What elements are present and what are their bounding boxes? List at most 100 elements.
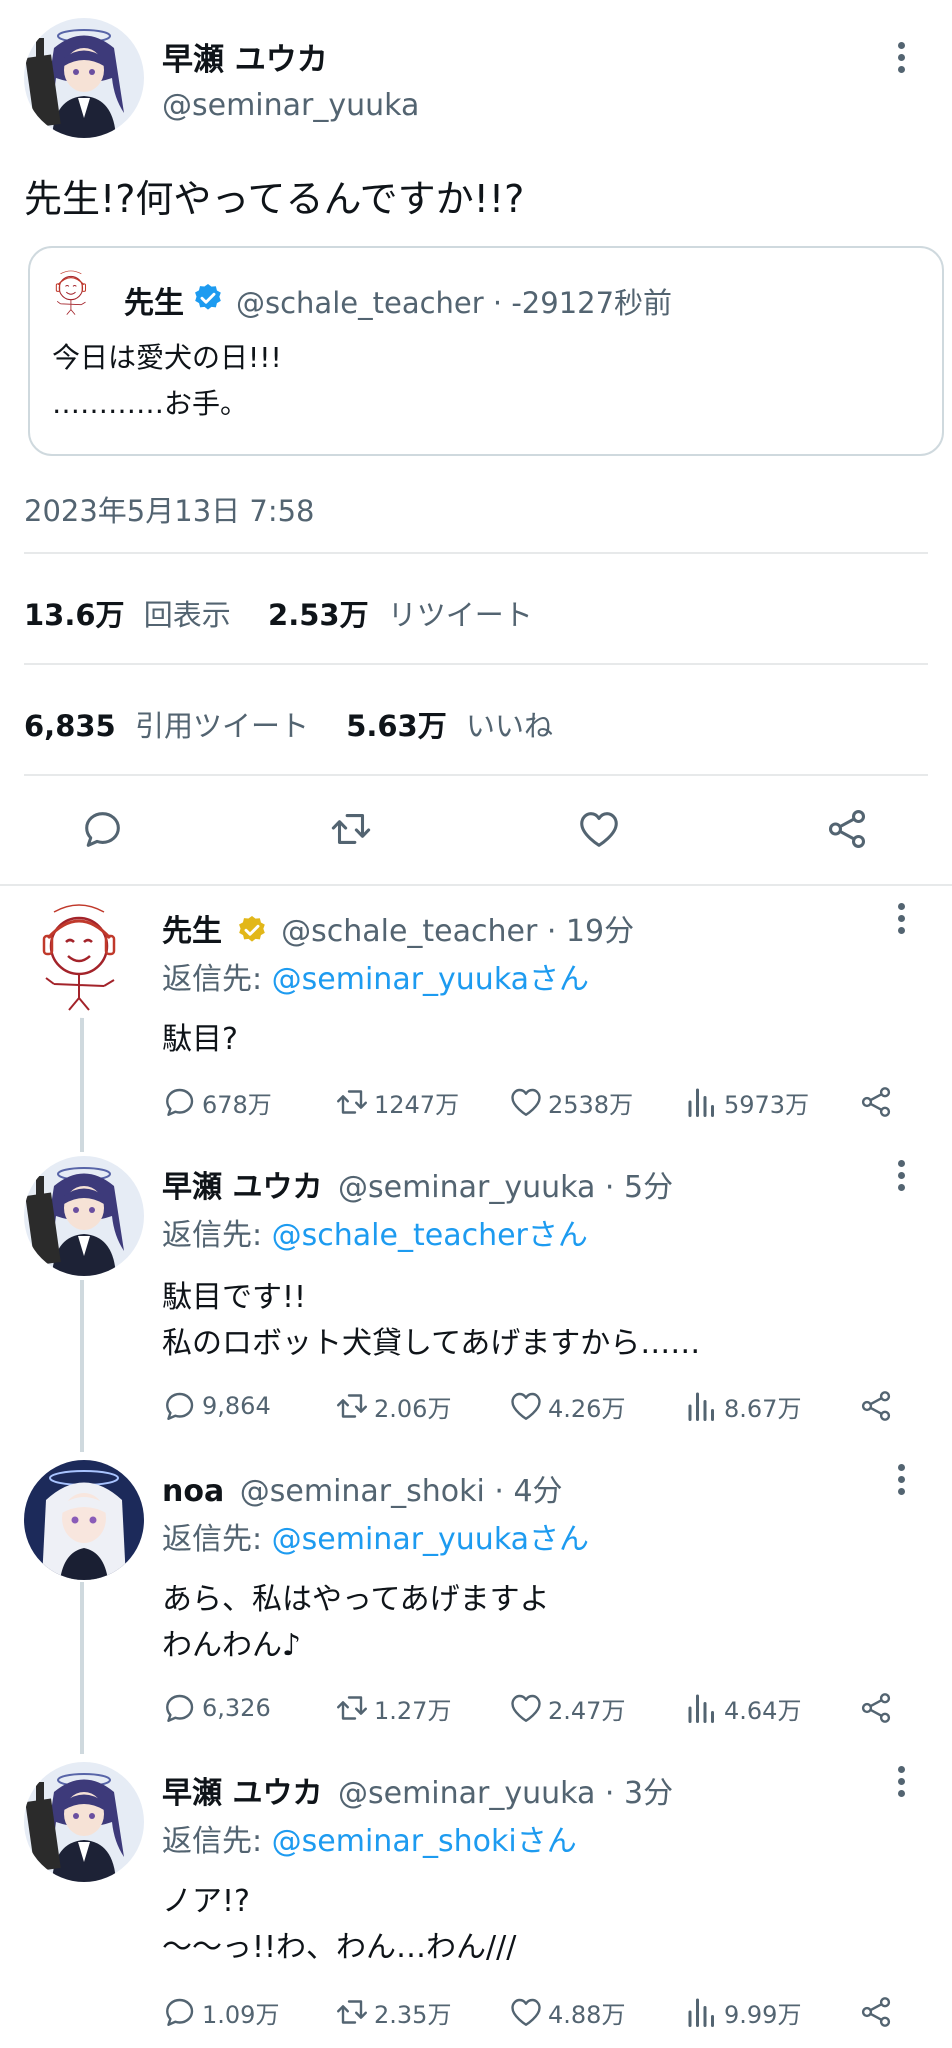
reply-to-link[interactable]: @schale_teacherさん — [272, 1218, 588, 1253]
reply-count: 678万 — [202, 1090, 272, 1119]
retweet-count: 2.06万 — [374, 1394, 452, 1423]
avatar-yuuka[interactable] — [24, 1156, 144, 1276]
like-action[interactable]: 2.47万 — [508, 1690, 625, 1726]
reply-icon — [162, 1084, 198, 1120]
more-icon[interactable] — [895, 1464, 907, 1508]
views-count: 9.99万 — [724, 2000, 802, 2029]
reply-to-link[interactable]: @seminar_yuukaさん — [272, 962, 589, 997]
avatar-sensei[interactable] — [24, 898, 144, 1018]
retweets-label[interactable]: リツイート — [388, 598, 533, 632]
quotes-count[interactable]: 6,835 — [24, 709, 116, 743]
tweet-timestamp[interactable]: 2023年5月13日 7:58 — [24, 488, 315, 530]
views-action[interactable]: 4.64万 — [684, 1690, 801, 1726]
divider — [24, 552, 928, 554]
reply-to: 返信先: @seminar_yuukaさん — [162, 954, 589, 998]
quote-text-line2: …………お手。 — [52, 387, 249, 420]
retweet-count: 1.27万 — [374, 1696, 452, 1725]
reply-icon — [162, 1388, 198, 1424]
like-action[interactable]: 4.26万 — [508, 1388, 625, 1424]
reply-header: noa @seminar_shoki · 4分 — [162, 1466, 563, 1510]
divider — [24, 663, 928, 665]
like-icon — [508, 1994, 544, 2030]
views-action[interactable]: 5973万 — [684, 1084, 809, 1120]
views-icon — [684, 1994, 720, 2030]
views-action[interactable]: 9.99万 — [684, 1994, 801, 2030]
reply-icon — [162, 1994, 198, 2030]
retweet-action[interactable]: 2.06万 — [334, 1388, 451, 1424]
reply-icon[interactable] — [80, 806, 126, 852]
reply-to: 返信先: @schale_teacherさん — [162, 1210, 588, 1254]
thread-line — [80, 1012, 84, 1152]
avatar-noa-image — [24, 1460, 144, 1580]
reply-to-link[interactable]: @seminar_shokiさん — [272, 1824, 577, 1859]
author-handle[interactable]: @seminar_yuuka — [162, 88, 419, 123]
like-icon — [508, 1084, 544, 1120]
quotes-label[interactable]: 引用ツイート — [135, 709, 309, 743]
likes-label[interactable]: いいね — [466, 709, 553, 743]
retweet-count: 1247万 — [374, 1090, 460, 1119]
verified-badge-icon — [195, 284, 221, 310]
views-label: 回表示 — [143, 598, 231, 632]
reply-action[interactable]: 1.09万 — [162, 1994, 279, 2030]
share-icon[interactable] — [858, 1994, 894, 2030]
reply-to-label: 返信先: — [162, 1824, 272, 1859]
likes-count[interactable]: 5.63万 — [346, 709, 447, 743]
like-icon[interactable] — [576, 806, 622, 852]
avatar-yuuka-image — [24, 18, 144, 138]
like-count: 4.26万 — [548, 1394, 626, 1423]
retweet-icon — [334, 1388, 370, 1424]
retweet-icon[interactable] — [328, 806, 374, 852]
reply-action[interactable]: 678万 — [162, 1084, 272, 1120]
avatar-yuuka[interactable] — [24, 18, 144, 138]
reply-to-label: 返信先: — [162, 962, 272, 997]
reply-handle-time[interactable]: @schale_teacher · 19分 — [281, 914, 634, 949]
reply-to-link[interactable]: @seminar_yuukaさん — [272, 1522, 589, 1557]
reply-author-name[interactable]: noa — [162, 1474, 224, 1509]
reply-text-line2: わんわん♪ — [162, 1628, 302, 1663]
reply-handle-time[interactable]: @seminar_yuuka · 5分 — [338, 1170, 673, 1205]
reply-author-name[interactable]: 先生 — [162, 914, 222, 949]
reply-text-line1: ノア!? — [162, 1884, 250, 1919]
avatar-yuuka[interactable] — [24, 1762, 144, 1882]
share-icon[interactable] — [824, 806, 870, 852]
quote-tweet-card[interactable]: 先生 @schale_teacher · -29127秒前 今日は愛犬の日!!!… — [28, 246, 944, 456]
like-action[interactable]: 4.88万 — [508, 1994, 625, 2030]
retweet-action[interactable]: 1247万 — [334, 1084, 459, 1120]
reply-to-label: 返信先: — [162, 1522, 272, 1557]
reply-handle-time[interactable]: @seminar_yuuka · 3分 — [338, 1776, 673, 1811]
retweet-icon — [334, 1690, 370, 1726]
retweet-action[interactable]: 1.27万 — [334, 1690, 451, 1726]
share-icon[interactable] — [858, 1084, 894, 1120]
more-icon[interactable] — [895, 1766, 907, 1810]
views-action[interactable]: 8.67万 — [684, 1388, 801, 1424]
views-count: 8.67万 — [724, 1394, 802, 1423]
reply-handle-time[interactable]: @seminar_shoki · 4分 — [240, 1474, 563, 1509]
stats-row-2: 6,835 引用ツイート 5.63万 いいね — [24, 703, 553, 745]
more-icon[interactable] — [895, 903, 907, 947]
avatar-yuuka-image — [24, 1762, 144, 1882]
views-count: 13.6万 — [24, 598, 125, 632]
reply-to-label: 返信先: — [162, 1218, 272, 1253]
retweet-count: 2.35万 — [374, 2000, 452, 2029]
avatar-noa[interactable] — [24, 1460, 144, 1580]
reply-action[interactable]: 9,864 — [162, 1388, 271, 1424]
reply-author-name[interactable]: 早瀬 ユウカ — [162, 1170, 322, 1205]
share-icon[interactable] — [858, 1388, 894, 1424]
author-name[interactable]: 早瀬 ユウカ — [162, 34, 328, 79]
section-divider — [0, 884, 952, 886]
retweet-action[interactable]: 2.35万 — [334, 1994, 451, 2030]
thread-line — [80, 1280, 84, 1452]
reply-action[interactable]: 6,326 — [162, 1690, 271, 1726]
more-icon[interactable] — [895, 42, 907, 86]
reply-author-name[interactable]: 早瀬 ユウカ — [162, 1776, 322, 1811]
reply-text-line1: あら、私はやってあげますよ — [162, 1582, 550, 1617]
avatar-sensei-image — [24, 898, 144, 1018]
retweets-count[interactable]: 2.53万 — [268, 598, 369, 632]
stats-row-1: 13.6万 回表示 2.53万 リツイート — [24, 592, 533, 634]
tweet-text: 先生!?何やってるんですか!!? — [24, 177, 525, 221]
more-icon[interactable] — [895, 1160, 907, 1204]
like-action[interactable]: 2538万 — [508, 1084, 633, 1120]
share-icon[interactable] — [858, 1690, 894, 1726]
views-icon — [684, 1084, 720, 1120]
reply-header: 早瀬 ユウカ @seminar_yuuka · 5分 — [162, 1162, 673, 1206]
